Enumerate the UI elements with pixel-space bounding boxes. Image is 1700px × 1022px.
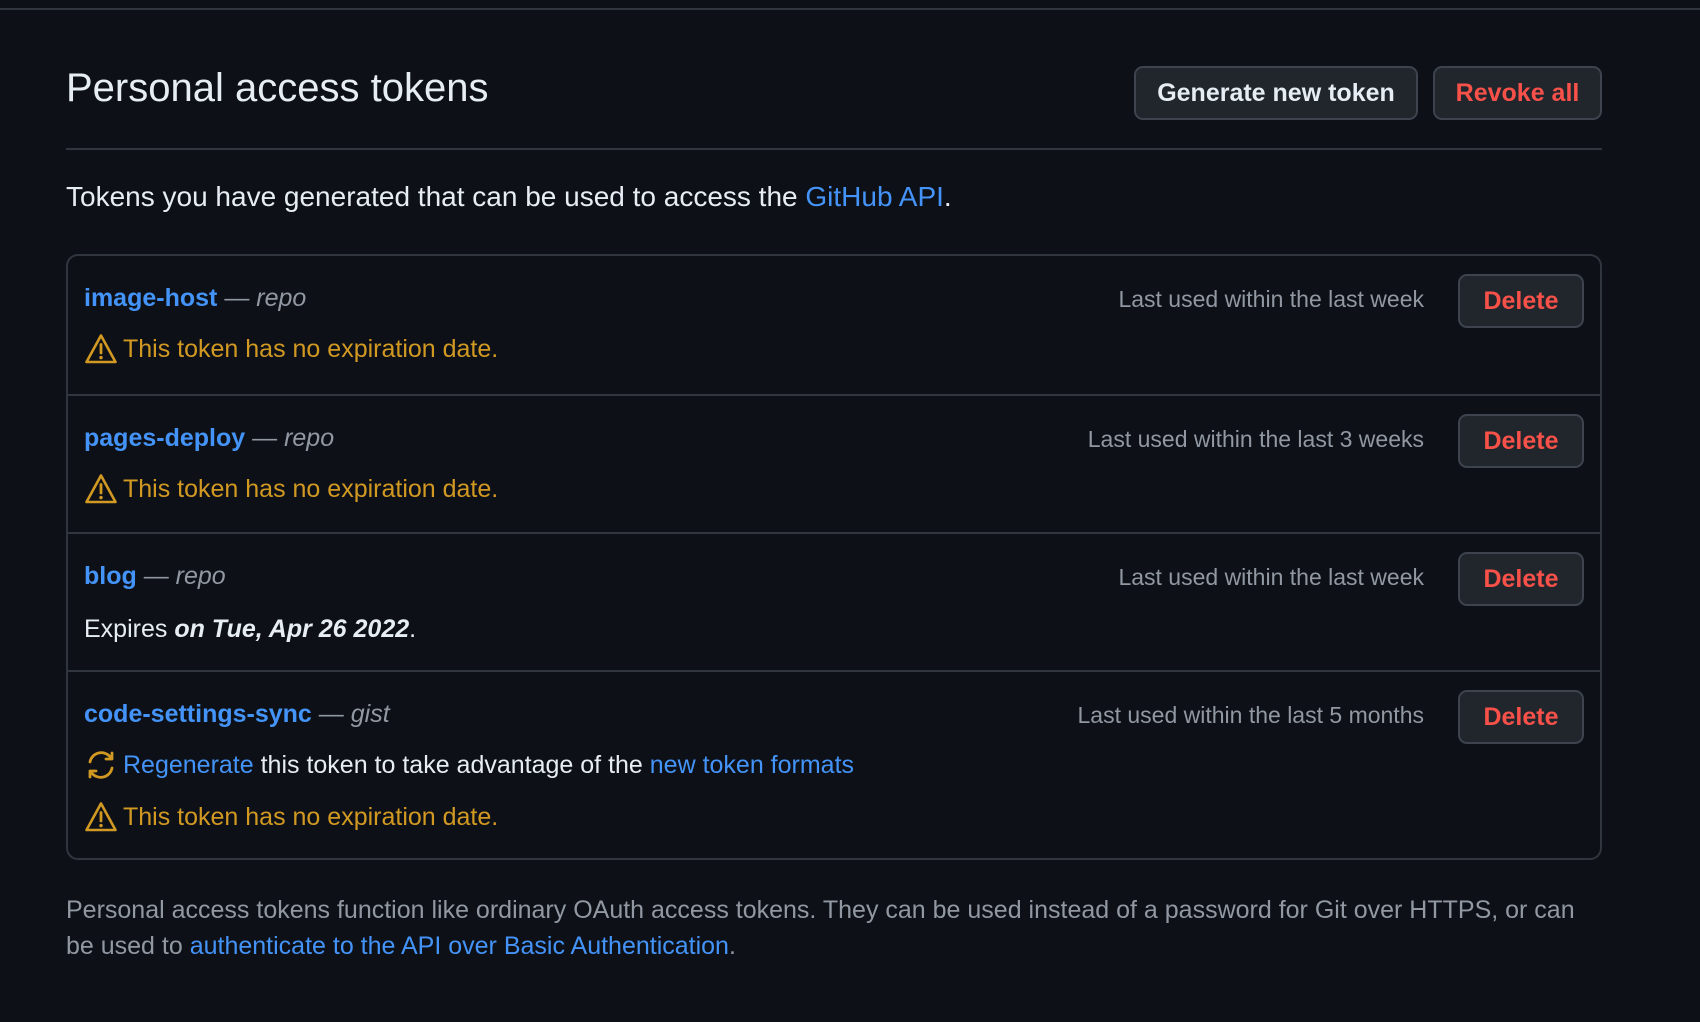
warning-text: This token has no expiration date.: [123, 802, 499, 831]
token-list: image-host — repo Last used within the l…: [66, 254, 1602, 860]
sync-icon: [88, 751, 114, 779]
token-scope: gist: [350, 700, 390, 728]
regenerate-link[interactable]: Regenerate: [123, 751, 254, 780]
token-item: blog — repo Last used within the last we…: [68, 532, 1600, 670]
expiration-date: Expires on Tue, Apr 26 2022.: [84, 615, 416, 644]
expiration-warning: This token has no expiration date.: [84, 332, 498, 366]
delete-button[interactable]: Delete: [1458, 274, 1584, 328]
alert-triangle-icon: [85, 802, 117, 832]
alert-triangle-icon: [85, 334, 117, 364]
token-name-link[interactable]: code-settings-sync: [84, 700, 312, 728]
separator: —: [143, 562, 169, 590]
expires-end: .: [409, 615, 417, 643]
token-item: image-host — repo Last used within the l…: [68, 256, 1600, 394]
warning-text: This token has no expiration date.: [123, 474, 499, 503]
footer-note: Personal access tokens function like ord…: [66, 892, 1602, 964]
alert-triangle-icon: [85, 474, 117, 504]
expiration-warning: This token has no expiration date.: [84, 472, 498, 506]
intro-text: Tokens you have generated that can be us…: [66, 181, 952, 213]
delete-button[interactable]: Delete: [1458, 690, 1584, 744]
warning-text: This token has no expiration date.: [123, 334, 499, 363]
intro-end: .: [943, 181, 952, 212]
separator: —: [252, 424, 278, 452]
footer-end: .: [728, 932, 736, 960]
last-used-text: Last used within the last week: [1118, 564, 1424, 590]
token-scope: repo: [284, 424, 335, 452]
separator: —: [224, 284, 250, 312]
token-title: pages-deploy — repo: [84, 424, 334, 453]
last-used-text: Last used within the last week: [1118, 286, 1424, 312]
github-api-link[interactable]: GitHub API: [805, 181, 944, 212]
separator: —: [318, 700, 344, 728]
delete-button[interactable]: Delete: [1458, 552, 1584, 606]
token-title: code-settings-sync — gist: [84, 700, 390, 729]
regenerate-text: this token to take advantage of the: [253, 750, 650, 779]
expiration-warning: This token has no expiration date.: [84, 800, 498, 834]
last-used-text: Last used within the last 5 months: [1077, 702, 1424, 728]
token-title: image-host — repo: [84, 284, 306, 313]
intro-label: Tokens you have generated that can be us…: [66, 181, 806, 212]
token-name-link[interactable]: blog: [84, 562, 137, 590]
basic-auth-link[interactable]: authenticate to the API over Basic Authe…: [190, 932, 729, 960]
token-item: code-settings-sync — gist Last used with…: [68, 670, 1600, 858]
new-token-formats-link[interactable]: new token formats: [650, 751, 854, 780]
expires-prefix: Expires: [84, 615, 175, 643]
page-title: Personal access tokens: [66, 66, 489, 110]
expires-date: on Tue, Apr 26 2022: [174, 615, 410, 643]
generate-new-token-button[interactable]: Generate new token: [1134, 66, 1418, 120]
settings-page: Personal access tokens Generate new toke…: [66, 0, 1602, 960]
page-header: Personal access tokens Generate new toke…: [66, 0, 1602, 150]
regenerate-notice: Regenerate this token to take advantage …: [84, 748, 854, 782]
token-scope: repo: [175, 562, 226, 590]
token-item: pages-deploy — repo Last used within the…: [68, 394, 1600, 532]
token-scope: repo: [256, 284, 307, 312]
token-name-link[interactable]: image-host: [84, 284, 217, 312]
last-used-text: Last used within the last 3 weeks: [1087, 426, 1424, 452]
token-name-link[interactable]: pages-deploy: [84, 424, 245, 452]
token-title: blog — repo: [84, 562, 226, 591]
revoke-all-button[interactable]: Revoke all: [1433, 66, 1602, 120]
delete-button[interactable]: Delete: [1458, 414, 1584, 468]
